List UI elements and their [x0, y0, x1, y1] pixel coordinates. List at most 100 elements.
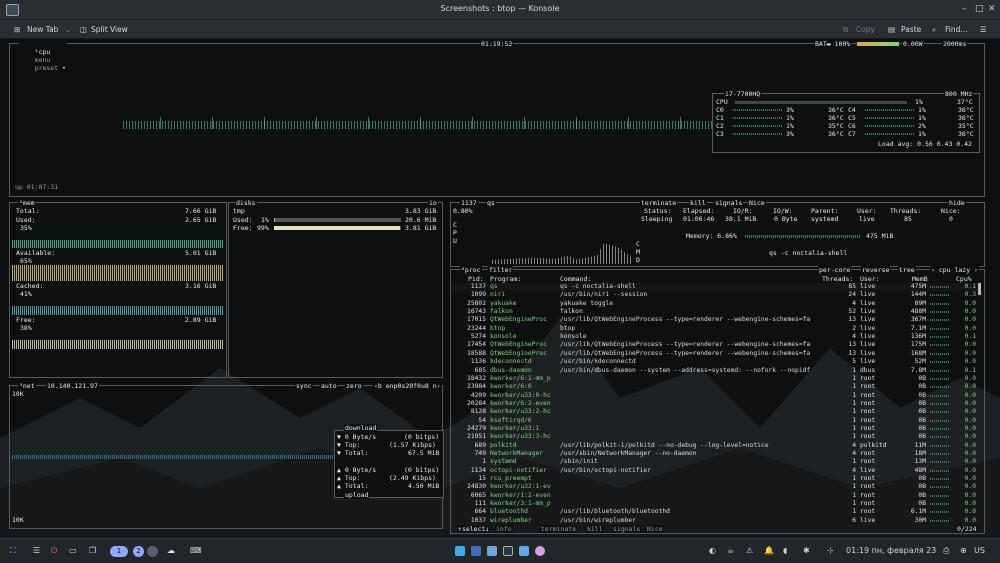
network-icon[interactable]: ⊹ — [827, 545, 834, 557]
net-zero-toggle[interactable]: zero — [345, 382, 363, 390]
net-interface-selector[interactable]: ‹b enp0s20f0u8 n› — [373, 382, 442, 390]
clock-text[interactable]: 01:19 пн, февраля 23 — [846, 545, 936, 557]
col-threads[interactable]: Threads: — [822, 275, 853, 283]
paste-icon[interactable]: ▤ — [888, 25, 895, 34]
workspace-2[interactable]: 2 — [133, 546, 144, 557]
kde-connect-icon[interactable] — [519, 546, 529, 556]
proc-filter[interactable]: filter — [488, 266, 514, 274]
hamburger-menu-icon[interactable]: ☰ — [980, 25, 987, 34]
notification-icon[interactable]: 🔔 — [764, 545, 774, 557]
toolbar-chevron-icon[interactable]: ⌄ — [65, 25, 71, 34]
file-manager-icon[interactable] — [471, 546, 481, 556]
keyboard-layout[interactable]: US — [974, 545, 985, 557]
table-row[interactable]: 24279 kworker/u33:1 1 root 0B 0.0 — [452, 425, 980, 433]
table-row[interactable]: 23244 btop btop 2 live 7.1M 0.0 — [452, 325, 980, 333]
col-cpu[interactable]: Cpu% — [956, 275, 972, 283]
volume-icon[interactable]: ◖ — [783, 545, 787, 557]
idle-inhibitor-icon[interactable]: ☕ — [727, 545, 734, 557]
keyboard-icon[interactable]: ⌨ — [190, 545, 202, 557]
workspace-1[interactable]: 1 — [110, 546, 128, 557]
language-icon[interactable]: ⊕ — [960, 545, 967, 557]
detail-nice-button[interactable]: Nice — [748, 199, 766, 207]
fedora-icon[interactable] — [455, 546, 465, 556]
split-view-button[interactable]: Split View — [91, 25, 128, 34]
net-auto-toggle[interactable]: auto — [320, 382, 338, 390]
find-button[interactable]: Find... — [945, 25, 968, 34]
proc-terminate-hint[interactable]: terminate — [540, 525, 578, 533]
workspace-3[interactable] — [147, 546, 158, 557]
bell-icon[interactable]: ⚠ — [746, 545, 753, 557]
detail-signals-button[interactable]: signals — [714, 199, 744, 207]
table-row[interactable]: 16743 falkon falkon 52 live 488M 0.0 — [452, 308, 980, 316]
terminal-icon[interactable] — [503, 546, 513, 556]
table-row[interactable]: 54 ksoftirqd/6 1 root 0B 0.0 — [452, 417, 980, 425]
menu-icon[interactable]: ☰ — [33, 545, 40, 557]
cpu-tab[interactable]: cpu — [39, 48, 51, 56]
col-command[interactable]: Command: — [560, 275, 591, 283]
table-row[interactable]: 1136 kdeconnectd/usr/bin/kdeconnectd 5 live… — [452, 358, 980, 366]
table-row[interactable]: 21951 kworker/u33:3-hc 1 root 0B 0.0 — [452, 433, 980, 441]
browser-icon[interactable] — [487, 546, 497, 556]
screenshot-icon[interactable]: ⎙ — [943, 545, 949, 557]
copy-button[interactable]: Copy — [856, 25, 875, 34]
detail-terminate-button[interactable]: terminate — [640, 199, 678, 207]
table-row[interactable]: 749 NetworkManager/usr/sbin/NetworkManage… — [452, 450, 980, 458]
proc-signals-hint[interactable]: signals — [612, 525, 642, 533]
table-row[interactable]: 4209 kworker/u33:0-hc 1 root 0B 0.0 — [452, 392, 980, 400]
table-row[interactable]: 17015 QtWebEngineProc/usr/lib/QtWebEngine… — [452, 316, 980, 324]
table-row[interactable]: 17454 QtWebEngineProc/usr/lib/QtWebEngine… — [452, 341, 980, 349]
table-row[interactable]: 18588 QtWebEngineProc/usr/lib/QtWebEngine… — [452, 350, 980, 358]
table-row[interactable]: 5274 konsole konsole 4 live 136M 0.1 — [452, 333, 980, 341]
new-tab-button[interactable]: New Tab — [27, 25, 58, 34]
table-row[interactable]: 1137 qs qs -c noctalia-shell 85 live 475M 0.1 — [452, 283, 980, 291]
proc-per-core-toggle[interactable]: per-core — [818, 266, 852, 274]
table-row[interactable]: 664 bluetoothd/usr/lib/bluetooth/bluetoot… — [452, 508, 980, 516]
table-row[interactable]: 111 kworker/3:1-mm_p 1 root 0B 0.0 — [452, 500, 980, 508]
close-icon[interactable]: ✕ — [988, 4, 996, 14]
table-row[interactable]: 689 polkitd/usr/lib/polkit-1/polkitd --no… — [452, 442, 980, 450]
search-icon[interactable]: ⌕ — [932, 25, 936, 35]
table-row[interactable]: 15 rcu_preempt 1 root 0B 0.0 — [452, 475, 980, 483]
weather-icon[interactable]: ☁ — [167, 545, 175, 557]
update-interval[interactable]: 2000ms — [942, 40, 968, 48]
terminal-area[interactable]: ¹cpu menu preset • 01:19:52 BAT▬ 100% 0.… — [0, 39, 1000, 538]
preset-tab[interactable]: preset — [35, 64, 58, 72]
table-row[interactable]: 23984 kworker/6:0 1 root 0B 0.0 — [452, 383, 980, 391]
night-light-icon[interactable]: ◐ — [709, 545, 716, 557]
table-row[interactable]: 1037 wireplumber/usr/bin/wireplumber 6 live… — [452, 517, 980, 524]
table-row[interactable]: 25802 yakuake yakuake toggle 4 live 89M 0.0 — [452, 300, 980, 308]
menu-tab[interactable]: menu — [35, 56, 51, 64]
proc-info-hint[interactable]: info — [495, 525, 513, 533]
table-row[interactable]: 1134 octopi-notifier/usr/bin/octopi-notif… — [452, 467, 980, 475]
proc-kill-hint[interactable]: kill — [586, 525, 604, 533]
paste-button[interactable]: Paste — [901, 25, 921, 34]
col-program[interactable]: Program: — [490, 275, 521, 283]
table-row[interactable]: 1099 niri/usr/bin/niri --session 24 live 144… — [452, 291, 980, 299]
col-mem[interactable]: MemB — [912, 275, 928, 283]
clipboard-icon[interactable]: ▭ — [69, 545, 77, 557]
new-tab-icon[interactable]: ⊞ — [14, 25, 20, 34]
proc-tree-toggle[interactable]: tree — [898, 266, 916, 274]
col-user[interactable]: User: — [860, 275, 880, 283]
table-row[interactable]: 1 systemd/sbin/init 1 root 13M 0.0 — [452, 458, 980, 466]
minimize-icon[interactable]: – — [962, 4, 967, 14]
launcher-icon[interactable]: ⛶ — [10, 545, 16, 557]
proc-reverse-toggle[interactable]: reverse — [861, 266, 891, 274]
power-icon[interactable]: ⏻ — [51, 545, 57, 557]
copy-icon[interactable]: ⧉ — [843, 25, 848, 35]
maximize-icon[interactable]: □ — [975, 4, 984, 14]
table-row[interactable]: 8128 kworker/u33:2-hc 1 root 0B 0.0 — [452, 408, 980, 416]
table-row[interactable]: 6065 kworker/1:2-even 1 root 0B 0.0 — [452, 492, 980, 500]
windows-icon[interactable]: ❐ — [89, 545, 96, 557]
table-row[interactable]: 20284 kworker/6:2-even 1 root 0B 0.0 — [452, 400, 980, 408]
proc-sort-selector[interactable]: ‹ cpu lazy › — [930, 266, 979, 274]
disks-io-toggle[interactable]: io — [428, 199, 438, 207]
table-row[interactable]: 24830 kworker/u32:1-ev 1 root 0B 0.0 — [452, 483, 980, 491]
net-sync-toggle[interactable]: sync — [295, 382, 313, 390]
table-row[interactable]: 685 dbus-daemon/usr/bin/dbus-daemon --sys… — [452, 367, 980, 375]
detail-hide-button[interactable]: hide — [948, 199, 966, 207]
split-view-icon[interactable]: ◫ — [80, 25, 87, 34]
proc-nice-hint[interactable]: Nice — [646, 525, 664, 533]
proc-select-hint[interactable]: select — [462, 525, 485, 533]
table-row[interactable]: 18432 kworker/6:1-mm_p 1 root 0B 0.0 — [452, 375, 980, 383]
